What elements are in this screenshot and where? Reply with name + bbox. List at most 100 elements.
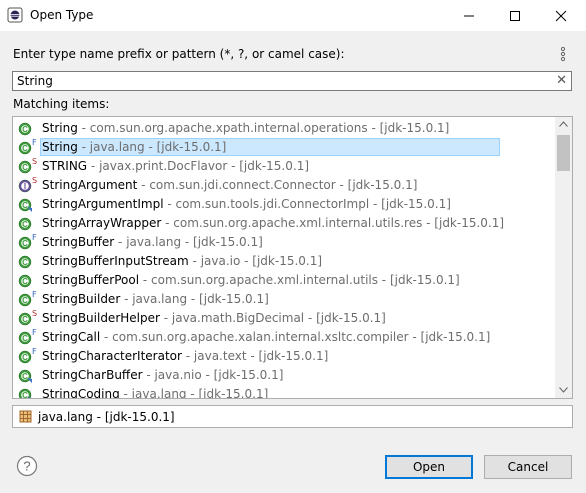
list-item[interactable]: C F StringBuffer - java.lang - [jdk-15.0.1… <box>13 233 554 252</box>
type-qualifier: - com.sun.tools.jdi.ConnectorImpl - [jdk… <box>163 197 451 211</box>
maximize-button[interactable] <box>492 0 538 31</box>
type-name: StringBuilderHelper <box>42 311 160 325</box>
list-item[interactable]: C F StringCall - com.sun.org.apache.xalan.… <box>13 328 554 347</box>
list-item[interactable]: I S StringArgument - com.sun.jdi.connect.C… <box>13 176 554 195</box>
list-item[interactable]: C F String - java.lang - [jdk-15.0.1] <box>13 138 554 157</box>
final-modifier-icon: F <box>32 347 37 356</box>
svg-text:C: C <box>22 391 28 398</box>
type-qualifier: - java.math.BigDecimal - [jdk-15.0.1] <box>159 311 386 325</box>
list-item[interactable]: C String - com.sun.org.apache.xpath.inter… <box>13 119 554 138</box>
type-name: String <box>42 121 78 135</box>
svg-text:C: C <box>22 258 28 267</box>
clear-search-icon[interactable]: ✕ <box>556 73 567 88</box>
svg-text:?: ? <box>23 459 30 474</box>
svg-text:C: C <box>22 163 28 172</box>
close-icon <box>555 10 567 22</box>
list-item[interactable]: C S STRING - javax.print.DocFlavor - [jdk-… <box>13 157 554 176</box>
title-bar[interactable]: Open Type <box>0 0 586 31</box>
svg-text:C: C <box>22 353 28 362</box>
svg-text:C: C <box>22 277 28 286</box>
list-item-text: String - com.sun.org.apache.xpath.intern… <box>42 121 449 135</box>
view-menu-icon[interactable] <box>557 45 569 63</box>
type-qualifier: - com.sun.org.apache.xml.internal.utils … <box>139 273 460 287</box>
matching-items-list[interactable]: C String - com.sun.org.apache.xpath.inter… <box>12 116 573 399</box>
list-scrollbar[interactable] <box>555 117 572 398</box>
type-name: StringArgumentImpl <box>42 197 164 211</box>
class-icon: C <box>18 274 32 288</box>
scroll-up-icon[interactable] <box>559 121 568 127</box>
type-name: String <box>42 140 78 154</box>
matching-items-viewport: C String - com.sun.org.apache.xpath.inter… <box>13 117 554 398</box>
type-qualifier: - java.lang - [jdk-15.0.1] <box>120 292 269 306</box>
list-item-text: StringArrayWrapper - com.sun.org.apache.… <box>42 216 504 230</box>
list-item-text: String - java.lang - [jdk-15.0.1] <box>42 140 226 154</box>
minimize-icon <box>464 15 474 17</box>
type-name: StringCharBuffer <box>42 368 143 382</box>
type-name: StringCall <box>42 330 101 344</box>
list-item[interactable]: C StringBufferPool - com.sun.org.apache.x… <box>13 271 554 290</box>
search-prompt-label: Enter type name prefix or pattern (*, ?,… <box>13 47 345 61</box>
selected-package-status: java.lang - [jdk-15.0.1] <box>12 405 573 428</box>
type-qualifier: - com.sun.org.apache.xpath.internal.oper… <box>77 121 450 135</box>
svg-text:C: C <box>22 296 28 305</box>
scroll-thumb[interactable] <box>557 135 570 171</box>
list-item-text: STRING - javax.print.DocFlavor - [jdk-15… <box>42 159 309 173</box>
final-modifier-icon: F <box>32 138 37 147</box>
list-item-text: StringBufferPool - com.sun.org.apache.xm… <box>42 273 460 287</box>
close-window-button[interactable] <box>538 0 584 31</box>
list-item-text: StringBuilder - java.lang - [jdk-15.0.1] <box>42 292 269 306</box>
type-qualifier: - java.io - [jdk-15.0.1] <box>188 254 323 268</box>
type-name: STRING <box>42 159 88 173</box>
type-name: StringCharacterIterator <box>42 349 182 363</box>
type-qualifier: - com.sun.jdi.connect.Connector - [jdk-1… <box>137 178 418 192</box>
type-qualifier: - javax.print.DocFlavor - [jdk-15.0.1] <box>87 159 310 173</box>
static-modifier-icon: S <box>32 309 38 318</box>
type-name: StringBufferInputStream <box>42 254 189 268</box>
static-modifier-icon: S <box>32 157 38 166</box>
list-item[interactable]: C F StringBuilder - java.lang - [jdk-15.0.… <box>13 290 554 309</box>
type-qualifier: - java.lang - [jdk-15.0.1] <box>114 235 263 249</box>
type-name: StringCoding <box>42 387 120 398</box>
svg-text:I: I <box>24 182 26 191</box>
type-qualifier: - com.sun.org.apache.xml.internal.utils.… <box>161 216 505 230</box>
list-item-text: StringCoding - java.lang - [jdk-15.0.1] <box>42 387 268 398</box>
static-modifier-icon: S <box>32 176 38 185</box>
minimize-button[interactable] <box>446 0 492 31</box>
inner-class-icon: C <box>18 198 32 212</box>
svg-text:C: C <box>22 201 28 210</box>
list-item[interactable]: C StringCoding - java.lang - [jdk-15.0.1] <box>13 385 554 398</box>
list-item[interactable]: C S StringBuilderHelper - java.math.BigDec… <box>13 309 554 328</box>
list-item[interactable]: C F StringCharacterIterator - java.text - … <box>13 347 554 366</box>
type-qualifier: - java.nio - [jdk-15.0.1] <box>142 368 284 382</box>
cancel-button[interactable]: Cancel <box>484 455 572 479</box>
scroll-down-icon[interactable] <box>559 387 568 393</box>
window-title: Open Type <box>30 8 94 22</box>
svg-text:C: C <box>22 144 28 153</box>
help-icon[interactable]: ? <box>16 455 38 477</box>
final-modifier-icon: F <box>32 233 37 242</box>
maximize-icon <box>510 11 520 21</box>
svg-text:C: C <box>22 220 28 229</box>
package-icon <box>19 410 32 423</box>
list-item[interactable]: C StringArgumentImpl - com.sun.tools.jdi.… <box>13 195 554 214</box>
type-name: StringBuilder <box>42 292 121 306</box>
eclipse-app-icon <box>7 7 23 23</box>
final-modifier-icon: F <box>32 328 37 337</box>
list-item-text: StringBuffer - java.lang - [jdk-15.0.1] <box>42 235 263 249</box>
list-item[interactable]: C StringArrayWrapper - com.sun.org.apache… <box>13 214 554 233</box>
matching-items-label: Matching items: <box>13 97 110 111</box>
type-qualifier: - java.lang - [jdk-15.0.1] <box>77 140 227 154</box>
list-item-text: StringArgumentImpl - com.sun.tools.jdi.C… <box>42 197 451 211</box>
svg-text:C: C <box>22 315 28 324</box>
type-name: StringArrayWrapper <box>42 216 162 230</box>
type-search-input[interactable]: String ✕ <box>12 71 572 91</box>
svg-text:C: C <box>22 334 28 343</box>
inner-class-icon: C <box>18 388 32 398</box>
type-name: StringArgument <box>42 178 138 192</box>
list-item[interactable]: C StringCharBuffer - java.nio - [jdk-15.0… <box>13 366 554 385</box>
type-name: StringBuffer <box>42 235 115 249</box>
open-button[interactable]: Open <box>385 455 473 479</box>
list-item[interactable]: C StringBufferInputStream - java.io - [jd… <box>13 252 554 271</box>
svg-text:C: C <box>22 125 28 134</box>
inner-class-icon: C <box>18 369 32 383</box>
